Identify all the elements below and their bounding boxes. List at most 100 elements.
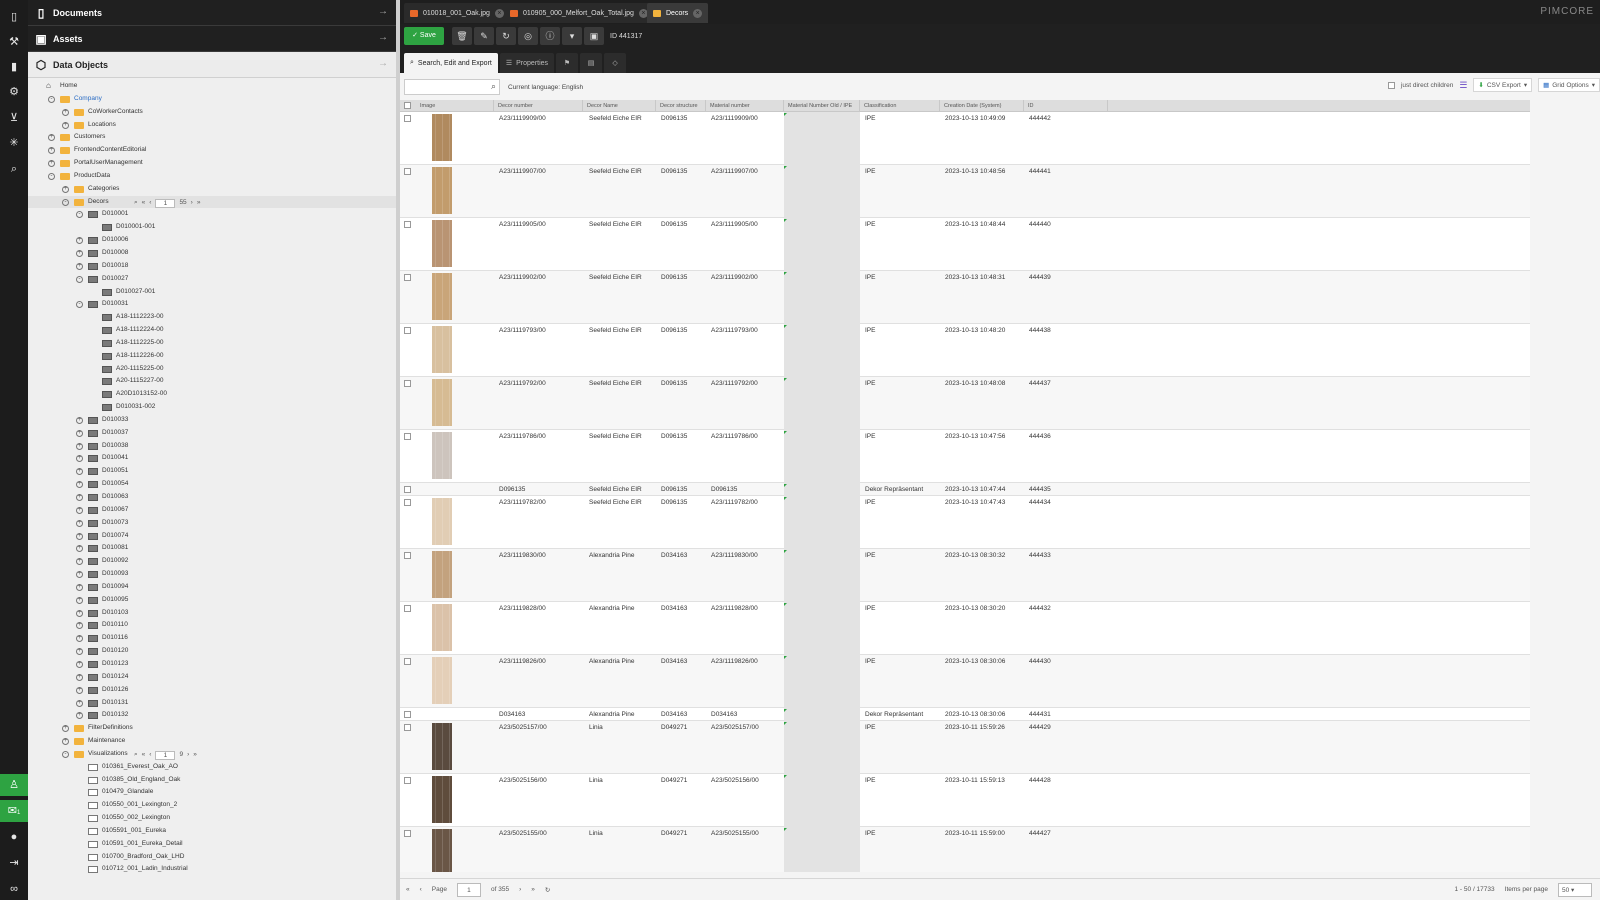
date-cell[interactable]: 2023-10-13 08:30:06 [945,658,1005,665]
decor-thumbnail[interactable] [432,432,452,479]
tree-node[interactable]: + D010123 [28,658,396,671]
expand-icon[interactable]: + [76,519,83,527]
material-cell[interactable]: A23/5025156/00 [711,777,759,784]
material-number-old-cell[interactable] [784,721,860,774]
classification-cell[interactable]: IPE [865,433,875,440]
row-checkbox[interactable] [404,327,411,334]
table-row[interactable]: A23/1119786/00 Seefeld Eiche EIR D096135 A2… [400,430,1530,483]
column-header[interactable]: Creation Date (System) [940,100,1024,112]
expand-icon[interactable]: + [76,545,83,553]
column-header[interactable]: Classification [860,100,940,112]
decor-number-cell[interactable]: A23/1119792/00 [499,380,546,387]
structure-cell[interactable]: D049271 [661,724,687,731]
tree-node[interactable]: + PortalUserManagement [28,157,396,170]
tree-node[interactable]: + D010092 [28,555,396,568]
date-cell[interactable]: 2023-10-13 10:47:43 [945,499,1005,506]
material-number-old-cell[interactable] [784,774,860,827]
tree-node[interactable]: - ProductData [28,170,396,183]
date-cell[interactable]: 2023-10-13 10:48:56 [945,168,1005,175]
decor-number-cell[interactable]: A23/1119830/00 [499,552,546,559]
tree-node[interactable]: A20-1115225-00 [28,363,396,376]
tree-node[interactable]: A18-1112223-00 [28,311,396,324]
date-cell[interactable]: 2023-10-13 10:49:09 [945,115,1005,122]
decor-name-cell[interactable]: Seefeld Eiche EIR [589,433,642,440]
tree-node[interactable]: 010591_001_Eureka_Detail [28,838,396,851]
structure-cell[interactable]: D049271 [661,777,687,784]
assets-panel-header[interactable]: ▣ Assets → [28,26,396,52]
tree-node[interactable]: - Company [28,93,396,106]
tree-node[interactable]: A20D1013152-00 [28,388,396,401]
structure-cell[interactable]: D034163 [661,552,687,559]
structure-cell[interactable]: D096135 [661,380,687,387]
documents-panel-header[interactable]: ▯ Documents → [28,0,396,26]
tab-oak-jpg[interactable]: 010018_001_Oak.jpg × [404,3,510,23]
next-page-icon[interactable]: › [519,886,521,893]
table-row[interactable]: A23/1119826/00 Alexandria Pine D034163 A23/… [400,655,1530,708]
page-input[interactable]: 1 [456,882,481,897]
table-row[interactable]: A23/1119902/00 Seefeld Eiche EIR D096135 A2… [400,271,1530,324]
material-number-old-cell[interactable] [784,430,860,483]
decor-name-cell[interactable]: Alexandria Pine [589,658,635,665]
id-cell[interactable]: 444427 [1029,830,1051,837]
date-cell[interactable]: 2023-10-13 10:48:31 [945,274,1005,281]
tree-node[interactable]: + Maintenance [28,735,396,748]
row-checkbox[interactable] [404,777,411,784]
material-cell[interactable]: A23/1119902/00 [711,274,758,281]
tree-node[interactable]: - D010001 [28,208,396,221]
decor-name-cell[interactable]: Linia [589,830,603,837]
expand-icon[interactable]: + [48,147,55,155]
expand-icon[interactable]: + [76,699,83,707]
decor-thumbnail[interactable] [432,723,452,770]
material-number-old-cell[interactable] [784,324,860,377]
grid-options-button[interactable]: ▦ Grid Options ▾ [1538,78,1600,92]
decor-number-cell[interactable]: A23/1119902/00 [499,274,546,281]
search-icon[interactable]: ⌕ [0,158,28,180]
pencil-icon[interactable]: ✎ [474,27,494,45]
decor-number-cell[interactable]: A23/5025155/00 [499,830,547,837]
collapse-icon[interactable]: - [62,198,69,206]
cart-icon[interactable]: ⊻ [0,107,28,129]
id-cell[interactable]: 444434 [1029,499,1051,506]
id-cell[interactable]: 444431 [1029,711,1051,718]
caret-down-icon[interactable]: ▾ [1592,81,1595,89]
decor-name-cell[interactable]: Seefeld Eiche EIR [589,274,642,281]
list-view-icon[interactable]: ☰ [1459,80,1467,91]
target-icon[interactable]: ◎ [518,27,538,45]
row-checkbox[interactable] [404,486,411,493]
person-icon[interactable]: ● [0,826,28,848]
table-row[interactable]: A23/1119793/00 Seefeld Eiche EIR D096135 A2… [400,324,1530,377]
table-row[interactable]: A23/1119909/00 Seefeld Eiche EIR D096135 A2… [400,112,1530,165]
tree-node[interactable]: + FrontendContentEditorial [28,144,396,157]
id-cell[interactable]: 444442 [1029,115,1051,122]
tree-node[interactable]: + D010120 [28,645,396,658]
column-header[interactable]: Image [416,100,494,112]
collapse-icon[interactable]: - [76,211,83,219]
structure-cell[interactable]: D034163 [661,711,687,718]
tree-node[interactable]: ⌂ Home [28,80,396,93]
expand-arrow-icon[interactable]: → [378,32,388,43]
decor-name-cell[interactable]: Alexandria Pine [589,552,635,559]
save-button[interactable]: ✓ Save [404,27,444,45]
table-row[interactable]: A23/5025156/00 Linia D049271 A23/5025156/00… [400,774,1530,827]
row-checkbox[interactable] [404,830,411,837]
table-row[interactable]: A23/1119830/00 Alexandria Pine D034163 A23/… [400,549,1530,602]
tree-node[interactable]: + D010037 [28,427,396,440]
material-number-old-cell[interactable] [784,655,860,708]
caret-down-icon[interactable]: ▾ [1524,81,1527,89]
material-number-old-cell[interactable] [784,602,860,655]
tree-node[interactable]: + Locations [28,119,396,132]
chat-icon[interactable]: ✉1 [0,800,28,822]
material-number-old-cell[interactable] [784,496,860,549]
column-header[interactable]: Decor number [494,100,583,112]
row-checkbox[interactable] [404,724,411,731]
date-cell[interactable]: 2023-10-11 15:59:00 [945,830,1005,837]
collapse-icon[interactable]: - [48,95,55,103]
decor-name-cell[interactable]: Seefeld Eiche EIR [589,486,642,493]
expand-icon[interactable]: + [62,725,69,733]
expand-icon[interactable]: + [62,185,69,193]
tree-node[interactable]: 010700_Bradford_Oak_LHD [28,851,396,864]
expand-icon[interactable]: + [76,571,83,579]
tree-node[interactable]: + D010038 [28,440,396,453]
expand-icon[interactable]: + [76,558,83,566]
material-cell[interactable]: A23/1119793/00 [711,327,758,334]
